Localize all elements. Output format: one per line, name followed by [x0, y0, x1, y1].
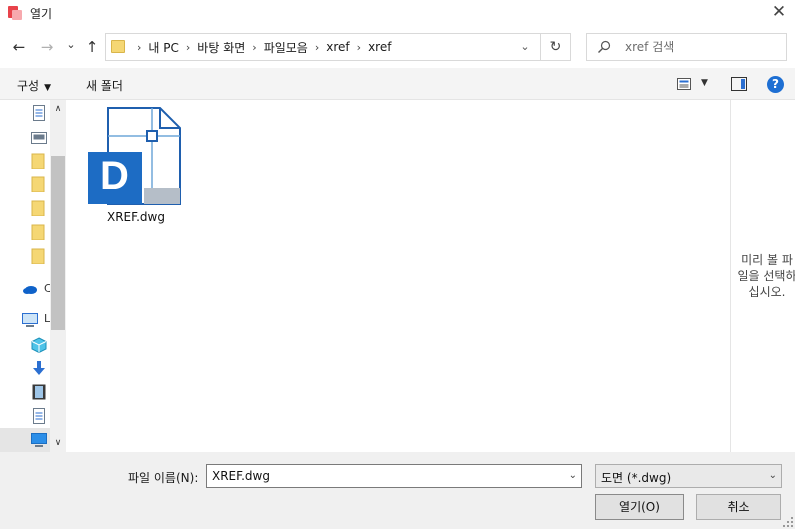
breadcrumb: › 내 PC › 바탕 화면 › 파일모음 › xref › xref	[130, 34, 391, 60]
search-input[interactable]: xref 검색	[586, 33, 787, 61]
cancel-button[interactable]: 취소	[696, 494, 781, 520]
crumb-separator: ›	[356, 40, 362, 54]
breadcrumb-item[interactable]: 내 PC	[148, 39, 178, 56]
preview-message-line: 일을 선택하	[737, 269, 795, 283]
forward-icon[interactable]: →	[38, 38, 56, 56]
scroll-down-icon[interactable]: ∨	[50, 438, 66, 450]
recent-locations-icon[interactable]: ⌄	[62, 36, 80, 54]
window-title: 열기	[30, 7, 53, 21]
search-icon	[598, 40, 611, 53]
dwg-badge-letter: D	[100, 154, 129, 198]
videos-icon[interactable]	[31, 384, 47, 400]
crumb-separator: ›	[252, 40, 257, 54]
folder-icon[interactable]	[31, 224, 47, 240]
filename-value: XREF.dwg	[212, 469, 270, 483]
preview-message-line: 미리 볼 파	[741, 253, 793, 267]
preview-message: 미리 볼 파 일을 선택하 십시오.	[731, 252, 795, 300]
filename-label: 파일 이름(N):	[128, 471, 199, 485]
preview-message-line: 십시오.	[748, 285, 786, 299]
command-toolbar: 구성 ▼ 새 폴더 ▼ ?	[0, 68, 795, 100]
crumb-separator: ›	[185, 40, 191, 54]
view-options-icon[interactable]	[677, 78, 691, 90]
document-icon[interactable]	[31, 105, 47, 121]
file-list[interactable]: D XREF.dwg	[66, 100, 730, 452]
documents-icon[interactable]	[31, 408, 47, 424]
back-icon[interactable]: ←	[10, 38, 28, 56]
chevron-down-icon: ▼	[44, 83, 52, 93]
breadcrumb-item[interactable]: xref	[368, 40, 391, 54]
folder-icon	[111, 40, 125, 53]
up-folder-icon[interactable]: ↑	[83, 38, 101, 56]
image-icon[interactable]	[31, 130, 47, 146]
desktop-icon	[31, 433, 47, 447]
filetype-value: 도면 (*.dwg)	[601, 471, 672, 485]
filetype-select[interactable]: 도면 (*.dwg) ⌄	[595, 464, 782, 488]
search-placeholder: xref 검색	[625, 40, 675, 54]
crumb-separator: ›	[314, 40, 320, 54]
dialog-footer: 파일 이름(N): XREF.dwg ⌄ 도면 (*.dwg) ⌄ 열기(O) …	[0, 452, 795, 529]
chevron-down-icon: ⌄	[768, 470, 777, 481]
app-icon	[8, 6, 22, 20]
address-bar[interactable]: › 내 PC › 바탕 화면 › 파일모음 › xref › xref ⌄	[105, 33, 541, 61]
file-item[interactable]: D XREF.dwg	[86, 106, 186, 224]
resize-grip-icon[interactable]	[783, 517, 793, 527]
address-dropdown-icon[interactable]: ⌄	[517, 39, 533, 55]
crumb-separator: ›	[137, 40, 142, 54]
navigation-bar: ← → ⌄ ↑ › 내 PC › 바탕 화면 › 파일모음 › xref › x…	[0, 28, 795, 68]
refresh-button[interactable]: ↻	[541, 33, 571, 61]
onedrive-icon[interactable]	[22, 281, 38, 297]
folder-icon[interactable]	[31, 248, 47, 264]
filename-field[interactable]: XREF.dwg ⌄	[206, 464, 582, 488]
scroll-thumb[interactable]	[51, 156, 65, 330]
new-folder-button[interactable]: 새 폴더	[86, 77, 123, 94]
preview-pane-icon[interactable]	[731, 77, 747, 91]
3d-objects-icon[interactable]	[31, 337, 47, 353]
folder-icon[interactable]	[31, 153, 47, 169]
organize-menu-button[interactable]: 구성 ▼	[17, 77, 51, 94]
close-icon[interactable]: ✕	[769, 2, 789, 22]
nav-scrollbar[interactable]: ∧ ∨	[50, 100, 66, 452]
breadcrumb-item[interactable]: 바탕 화면	[197, 39, 245, 56]
folder-icon[interactable]	[31, 200, 47, 216]
chevron-down-icon[interactable]: ⌄	[569, 470, 577, 481]
breadcrumb-item[interactable]: xref	[326, 40, 349, 54]
breadcrumb-item[interactable]: 파일모음	[264, 39, 308, 56]
file-name: XREF.dwg	[107, 210, 165, 224]
folder-icon[interactable]	[31, 176, 47, 192]
help-icon[interactable]: ?	[767, 76, 784, 93]
preview-pane: 미리 볼 파 일을 선택하 십시오.	[730, 100, 795, 452]
downloads-icon[interactable]	[31, 360, 47, 376]
sidebar-item-desktop[interactable]	[0, 428, 50, 452]
open-button[interactable]: 열기(O)	[595, 494, 684, 520]
computer-icon[interactable]	[22, 312, 38, 328]
title-bar: 열기 ✕	[0, 0, 795, 28]
scroll-up-icon[interactable]: ∧	[50, 104, 66, 116]
organize-label: 구성	[17, 79, 40, 93]
navigation-pane: C L ∧ ∨	[0, 100, 66, 452]
chevron-down-icon[interactable]: ▼	[701, 78, 708, 88]
